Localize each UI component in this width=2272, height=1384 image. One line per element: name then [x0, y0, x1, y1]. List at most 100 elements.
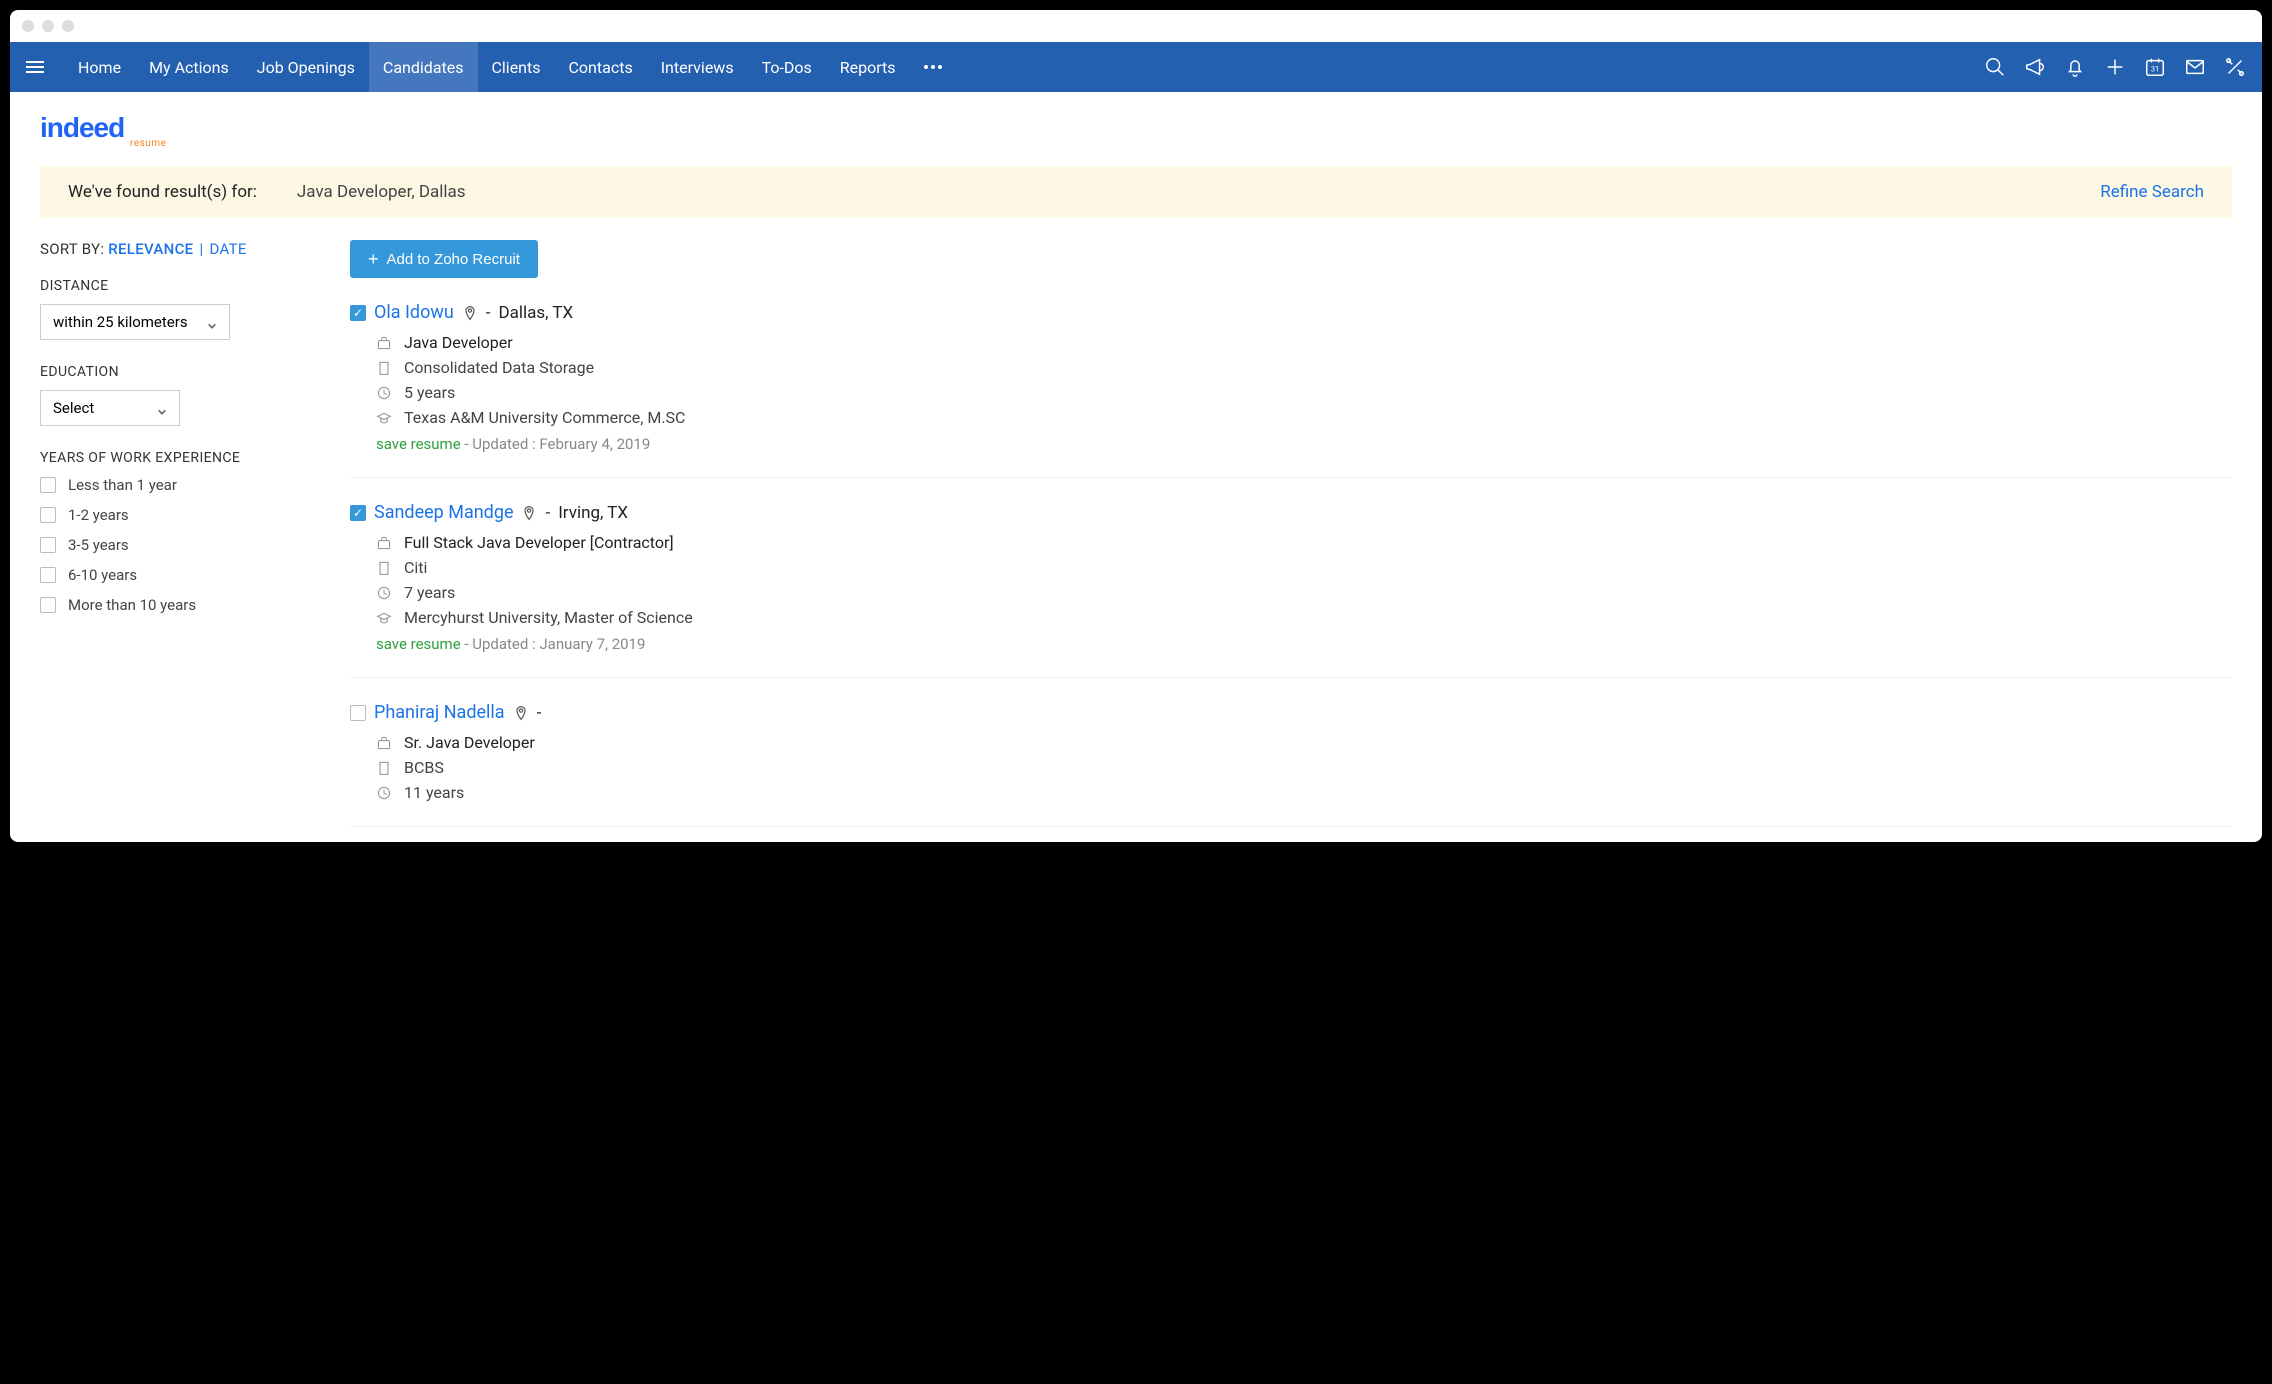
distance-filter: DISTANCE within 25 kilometers — [40, 278, 320, 340]
candidate-education: Mercyhurst University, Master of Science — [404, 608, 693, 627]
candidate-years: 11 years — [404, 783, 464, 802]
app-window: HomeMy ActionsJob OpeningsCandidatesClie… — [10, 10, 2262, 842]
education-select[interactable]: Select — [40, 390, 180, 426]
graduation-icon — [376, 410, 392, 426]
graduation-icon — [376, 610, 392, 626]
candidate-name-link[interactable]: Phaniraj Nadella — [374, 702, 505, 723]
chevron-down-icon — [207, 317, 217, 327]
candidate-card: Phaniraj Nadella-Sr. Java DeveloperBCBS1… — [350, 702, 2232, 827]
add-button-label: Add to Zoho Recruit — [387, 251, 520, 268]
experience-filter: YEARS OF WORK EXPERIENCE Less than 1 yea… — [40, 450, 320, 614]
save-resume-link[interactable]: save resume — [376, 435, 461, 453]
candidate-years: 5 years — [404, 383, 455, 402]
clock-icon — [376, 585, 392, 601]
candidate-title: Sr. Java Developer — [404, 733, 535, 752]
location-pin-icon — [513, 705, 529, 721]
nav-item-clients[interactable]: Clients — [478, 42, 555, 92]
checkbox-icon — [40, 537, 56, 553]
candidate-company: Citi — [404, 558, 427, 577]
experience-options: Less than 1 year 1-2 years 3-5 years 6-10 y… — [40, 476, 320, 614]
location-pin-icon — [521, 505, 537, 521]
close-window-icon[interactable] — [22, 20, 34, 32]
candidate-name-link[interactable]: Sandeep Mandge — [374, 502, 513, 523]
clock-icon — [376, 785, 392, 801]
bell-icon[interactable] — [2064, 56, 2086, 78]
sort-relevance-link[interactable]: RELEVANCE — [108, 240, 193, 258]
results-query: Java Developer, Dallas — [297, 182, 466, 202]
candidate-company: Consolidated Data Storage — [404, 358, 594, 377]
nav-item-home[interactable]: Home — [64, 42, 135, 92]
checkbox-icon — [40, 477, 56, 493]
experience-option-label: 3-5 years — [68, 536, 129, 554]
indeed-word: indeed — [40, 112, 166, 144]
sort-by: SORT BY: RELEVANCE | DATE — [40, 240, 320, 258]
candidate-name-link[interactable]: Ola Idowu — [374, 302, 454, 323]
nav-right-icons: 31 — [1984, 56, 2246, 78]
menu-icon[interactable] — [26, 61, 44, 73]
experience-option-label: 1-2 years — [68, 506, 129, 524]
nav-item-reports[interactable]: Reports — [826, 42, 910, 92]
sort-label: SORT BY: — [40, 240, 104, 258]
nav-more-icon[interactable] — [910, 65, 956, 69]
briefcase-icon — [376, 335, 392, 351]
chevron-down-icon — [157, 403, 167, 413]
candidate-company: BCBS — [404, 758, 444, 777]
nav-items: HomeMy ActionsJob OpeningsCandidatesClie… — [64, 42, 910, 92]
nav-item-interviews[interactable]: Interviews — [647, 42, 748, 92]
experience-option-label: 6-10 years — [68, 566, 137, 584]
svg-text:31: 31 — [2151, 65, 2159, 74]
updated-text: - Updated : January 7, 2019 — [461, 635, 646, 653]
location-pin-icon — [462, 305, 478, 321]
window-titlebar — [10, 10, 2262, 42]
experience-option[interactable]: Less than 1 year — [40, 476, 320, 494]
building-icon — [376, 560, 392, 576]
education-filter: EDUCATION Select — [40, 364, 320, 426]
candidate-checkbox[interactable] — [350, 705, 366, 721]
experience-option[interactable]: 6-10 years — [40, 566, 320, 584]
plus-icon[interactable] — [2104, 56, 2126, 78]
results-panel: + Add to Zoho Recruit Ola Idowu- Dallas,… — [350, 240, 2232, 842]
distance-select[interactable]: within 25 kilometers — [40, 304, 230, 340]
experience-option[interactable]: 3-5 years — [40, 536, 320, 554]
nav-item-candidates[interactable]: Candidates — [369, 42, 478, 92]
sort-separator: | — [200, 240, 204, 258]
main-split: SORT BY: RELEVANCE | DATE DISTANCE withi… — [40, 240, 2232, 842]
top-nav: HomeMy ActionsJob OpeningsCandidatesClie… — [10, 42, 2262, 92]
page-content: indeed resume We've found result(s) for:… — [10, 92, 2262, 842]
search-icon[interactable] — [1984, 56, 2006, 78]
experience-option-label: More than 10 years — [68, 596, 196, 614]
nav-item-to-dos[interactable]: To-Dos — [748, 42, 826, 92]
minimize-window-icon[interactable] — [42, 20, 54, 32]
add-to-zoho-button[interactable]: + Add to Zoho Recruit — [350, 240, 538, 278]
briefcase-icon — [376, 735, 392, 751]
candidate-title: Java Developer — [404, 333, 513, 352]
candidate-checkbox[interactable] — [350, 505, 366, 521]
nav-item-job-openings[interactable]: Job Openings — [243, 42, 369, 92]
candidate-checkbox[interactable] — [350, 305, 366, 321]
distance-title: DISTANCE — [40, 278, 320, 294]
experience-option[interactable]: 1-2 years — [40, 506, 320, 524]
mail-icon[interactable] — [2184, 56, 2206, 78]
calendar-icon[interactable]: 31 — [2144, 56, 2166, 78]
education-title: EDUCATION — [40, 364, 320, 380]
building-icon — [376, 360, 392, 376]
candidate-loc-dash: - — [486, 303, 491, 323]
results-label: We've found result(s) for: — [68, 182, 257, 202]
checkbox-icon — [40, 567, 56, 583]
tools-icon[interactable] — [2224, 56, 2246, 78]
indeed-logo: indeed resume — [40, 112, 166, 149]
save-resume-link[interactable]: save resume — [376, 635, 461, 653]
candidate-card: Ola Idowu- Dallas, TXJava DeveloperConso… — [350, 302, 2232, 478]
sort-date-link[interactable]: DATE — [210, 240, 247, 258]
candidate-list: Ola Idowu- Dallas, TXJava DeveloperConso… — [350, 302, 2232, 827]
experience-option[interactable]: More than 10 years — [40, 596, 320, 614]
experience-option-label: Less than 1 year — [68, 476, 177, 494]
maximize-window-icon[interactable] — [62, 20, 74, 32]
building-icon — [376, 760, 392, 776]
nav-item-my-actions[interactable]: My Actions — [135, 42, 243, 92]
checkbox-icon — [40, 597, 56, 613]
checkbox-icon — [40, 507, 56, 523]
megaphone-icon[interactable] — [2024, 56, 2046, 78]
refine-search-link[interactable]: Refine Search — [2100, 182, 2204, 202]
nav-item-contacts[interactable]: Contacts — [555, 42, 647, 92]
